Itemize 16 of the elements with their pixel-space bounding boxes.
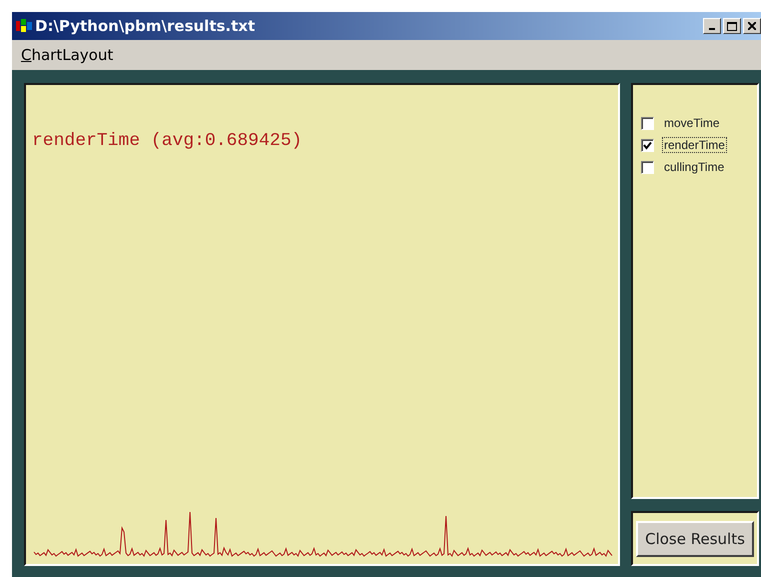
checkbox-label[interactable]: cullingTime <box>662 159 726 175</box>
checkbox[interactable] <box>641 116 654 130</box>
close-results-button[interactable]: Close Results <box>636 520 754 556</box>
checkbox-label[interactable]: moveTime <box>662 115 722 131</box>
minimize-button[interactable] <box>703 18 721 34</box>
checkbox[interactable] <box>641 160 654 174</box>
close-button[interactable] <box>743 18 761 34</box>
app-icon <box>16 19 32 33</box>
checkbox[interactable] <box>641 138 654 152</box>
maximize-icon <box>727 22 737 30</box>
chart-caption: renderTime (avg:0.689425) <box>32 131 304 151</box>
close-icon <box>748 22 756 30</box>
menu-item[interactable]: ChartLayout <box>21 46 114 64</box>
checkbox-label[interactable]: renderTime <box>662 137 727 153</box>
maximize-button[interactable] <box>723 18 741 34</box>
window-title: D:\Python\pbm\results.txt <box>35 17 256 35</box>
